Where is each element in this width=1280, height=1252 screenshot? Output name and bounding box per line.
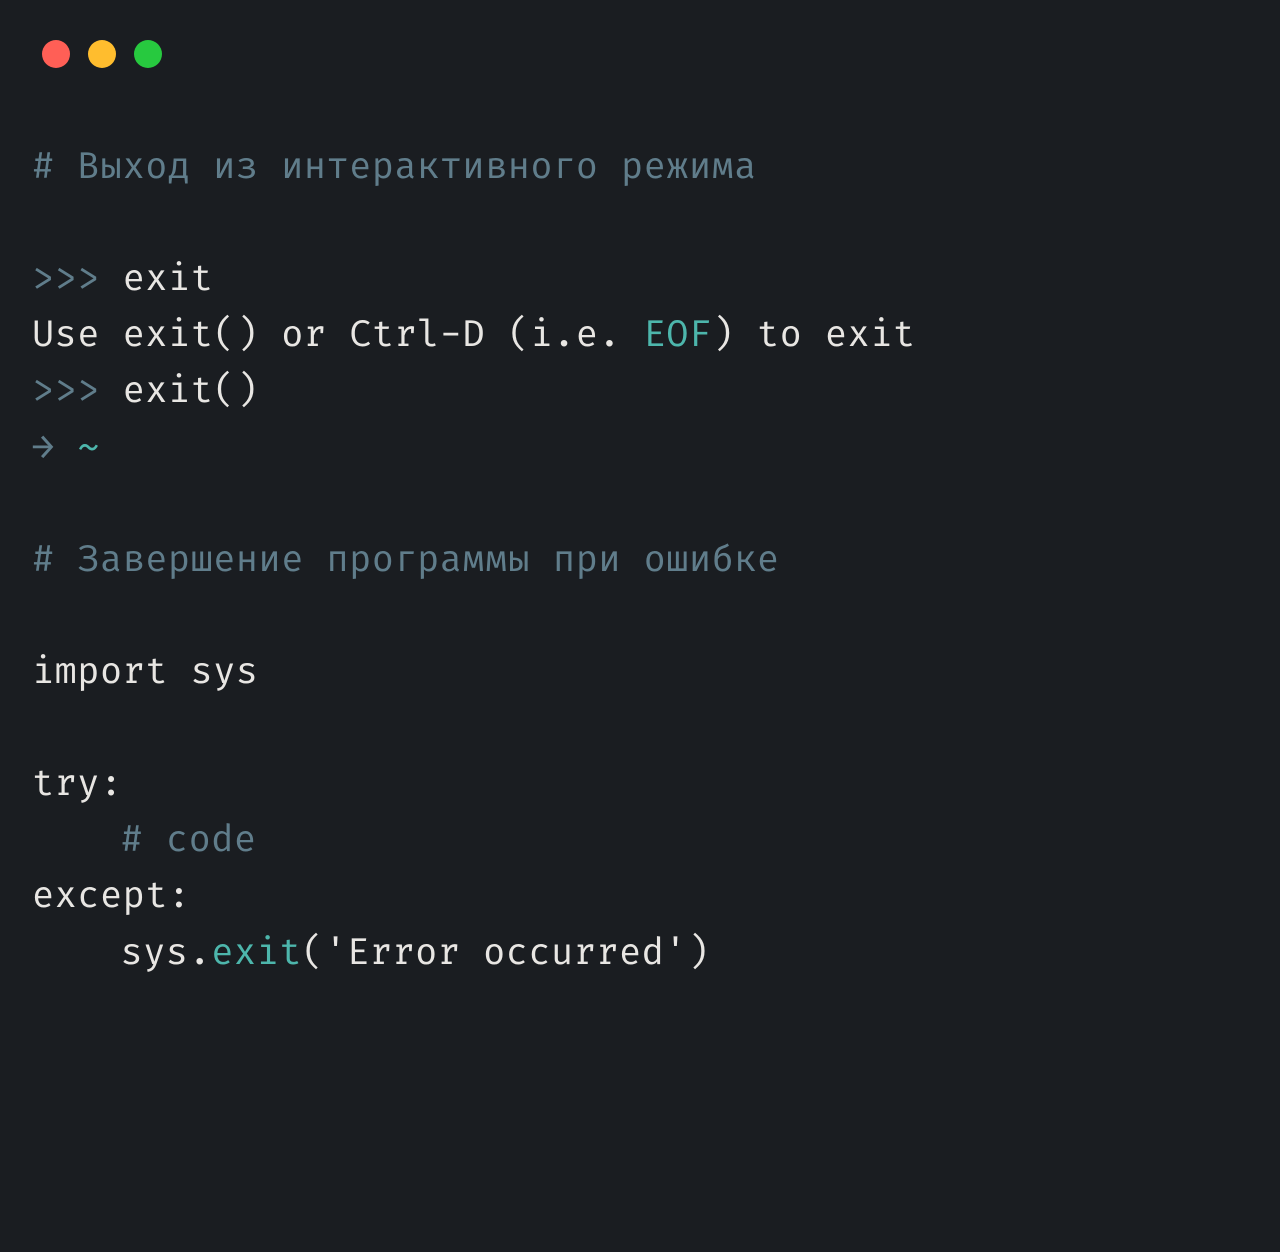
import-line: import sys <box>32 645 1248 701</box>
code-block: # Выход из интерактивного режима >>> exi… <box>32 140 1248 982</box>
window-controls <box>32 40 1248 68</box>
args-token: ('Error occurred') <box>302 932 710 976</box>
minimize-icon[interactable] <box>88 40 116 68</box>
repl-prompt: >>> <box>32 258 123 302</box>
tilde-token: ~ <box>77 427 100 471</box>
blank-line <box>32 701 1248 757</box>
comment-text: # code <box>121 819 257 863</box>
object-token: sys. <box>121 932 212 976</box>
comment-text: # Выход из интерактивного режима <box>32 146 757 190</box>
keyword-token: except: <box>32 875 191 919</box>
keyword-token: try: <box>32 763 123 807</box>
shell-prompt-line: → ~ <box>32 421 1248 477</box>
comment-text: # Завершение программы при ошибке <box>32 539 780 583</box>
repl-prompt: >>> <box>32 370 123 414</box>
maximize-icon[interactable] <box>134 40 162 68</box>
output-text: Use exit() or Ctrl-D (i.e. <box>32 314 644 358</box>
except-line: except: <box>32 869 1248 925</box>
function-token: exit <box>211 932 302 976</box>
blank-line <box>32 589 1248 645</box>
comment-line-1: # Выход из интерактивного режима <box>32 140 1248 196</box>
blank-line <box>32 196 1248 252</box>
shell-arrow-icon: → <box>32 427 77 471</box>
comment-line-2: # Завершение программы при ошибке <box>32 533 1248 589</box>
eof-token: EOF <box>644 314 712 358</box>
sys-exit-line: sys.exit('Error occurred') <box>32 926 1248 982</box>
blank-line <box>32 477 1248 533</box>
keyword-token: import <box>32 651 191 695</box>
output-text: ) to exit <box>712 314 916 358</box>
code-token: exit() <box>123 370 259 414</box>
output-line: Use exit() or Ctrl-D (i.e. EOF) to exit <box>32 308 1248 364</box>
repl-line-1: >>> exit <box>32 252 1248 308</box>
module-token: sys <box>191 651 259 695</box>
close-icon[interactable] <box>42 40 70 68</box>
repl-line-2: >>> exit() <box>32 364 1248 420</box>
try-line: try: <box>32 757 1248 813</box>
code-token: exit <box>123 258 214 302</box>
code-comment-line: # code <box>32 813 1248 869</box>
